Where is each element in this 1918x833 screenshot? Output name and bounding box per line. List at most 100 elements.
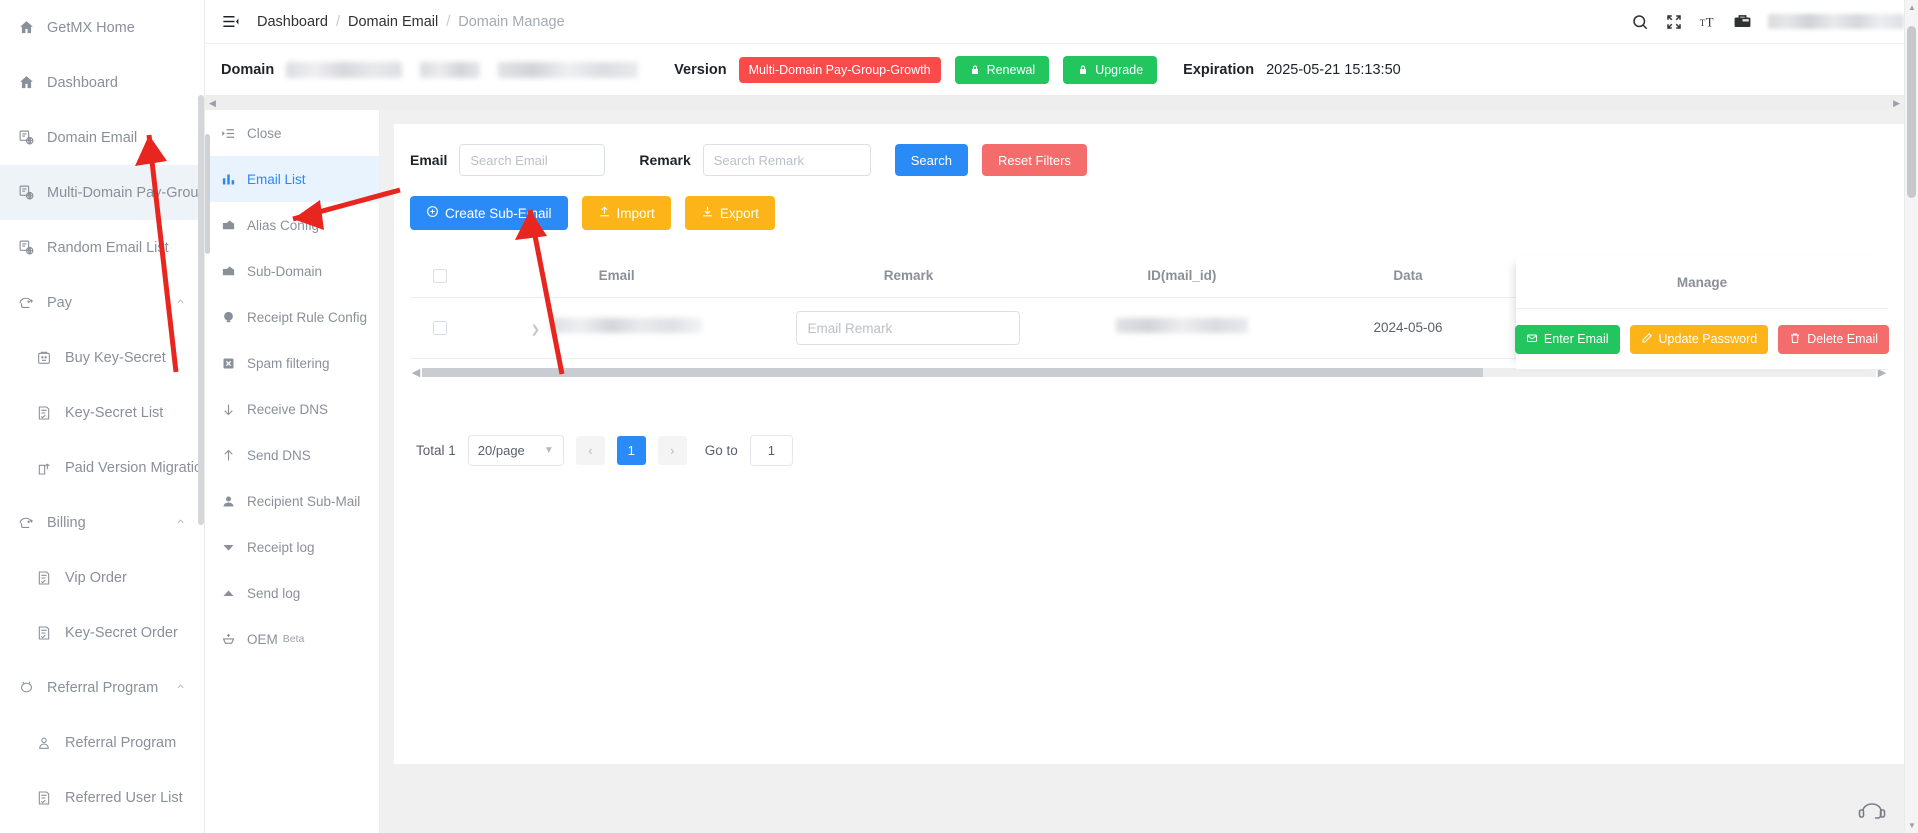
import-button-label: Import — [616, 205, 655, 221]
search-button[interactable]: Search — [894, 144, 968, 176]
sidebar-item-referred-order-list[interactable]: Referred Order List — [0, 825, 204, 833]
create-sub-email-button[interactable]: Create Sub-Email — [410, 196, 568, 230]
breadcrumb-separator: / — [446, 13, 451, 30]
goto-page-input[interactable] — [749, 435, 793, 467]
panel-collapse-rail[interactable]: ◀ ▶ — [205, 96, 1904, 110]
action-bar: Create Sub-Email Import Export — [410, 196, 1888, 230]
secondary-nav-scrollbar[interactable] — [205, 110, 211, 833]
sidebar-item-referred-user-list[interactable]: Referred User List — [0, 770, 204, 825]
expand-row-icon[interactable]: ❯ — [531, 324, 540, 336]
user-account-blurred[interactable] — [1768, 14, 1904, 29]
chevron-up-icon — [175, 515, 186, 531]
sidebar-group-billing[interactable]: Billing — [0, 495, 204, 550]
subnav-item-alias-config[interactable]: Alias Config — [205, 202, 379, 248]
breadcrumb-item-dashboard[interactable]: Dashboard — [257, 14, 328, 30]
sidebar-item-label: Referral Program — [65, 734, 177, 751]
subnav-item-close[interactable]: Close — [205, 110, 379, 156]
subnav-item-label: Send log — [247, 585, 301, 601]
font-size-icon[interactable]: TT — [1699, 13, 1717, 31]
table-scroll-thumb[interactable] — [422, 367, 1484, 377]
column-header-mail-id[interactable]: ID(mail_id) — [1053, 256, 1311, 299]
sidebar-item-key-secret-order[interactable]: Key-Secret Order — [0, 605, 204, 660]
triangle-up-icon — [219, 584, 237, 602]
subnav-item-receipt-rule-config[interactable]: Receipt Rule Config — [205, 294, 379, 340]
application-root: GetMX Home Dashboard Domain Email Multi-… — [0, 0, 1918, 833]
export-button[interactable]: Export — [684, 196, 775, 230]
page-scrollbar[interactable]: ▲ ▼ — [1904, 0, 1918, 833]
sidebar-item-key-secret-list[interactable]: Key-Secret List — [0, 385, 204, 440]
sidebar-item-referral-program[interactable]: Referral Program — [0, 715, 204, 770]
subnav-item-oem[interactable]: OEM Beta — [205, 616, 379, 662]
secondary-nav-scrollbar-thumb[interactable] — [205, 134, 210, 254]
sidebar-item-getmx-home[interactable]: GetMX Home — [0, 0, 204, 55]
breadcrumb-item-domain-email[interactable]: Domain Email — [348, 14, 438, 30]
domain-email-icon — [16, 128, 36, 148]
search-icon[interactable] — [1631, 13, 1649, 31]
sidebar-group-pay[interactable]: Pay — [0, 275, 204, 330]
pagination-total: Total 1 — [416, 443, 456, 459]
sidebar-item-buy-key-secret[interactable]: Buy Key-Secret — [0, 330, 204, 385]
page-size-value: 20/page — [477, 443, 525, 459]
sidebar-item-label: Random Email List — [47, 239, 169, 256]
select-all-checkbox[interactable] — [432, 269, 447, 284]
email-remark-input[interactable] — [796, 311, 1021, 346]
sidebar-item-multi-domain-pay-group[interactable]: Multi-Domain Pay-Group — [0, 165, 204, 220]
sidebar-item-paid-version-migration[interactable]: Paid Version Migration — [0, 440, 204, 495]
fullscreen-icon[interactable] — [1665, 13, 1683, 31]
import-button[interactable]: Import — [581, 196, 671, 230]
sidebar-item-label: Multi-Domain Pay-Group — [47, 184, 205, 201]
upgrade-button[interactable]: Upgrade — [1063, 55, 1158, 84]
sidebar-item-domain-email[interactable]: Domain Email — [0, 110, 204, 165]
subnav-item-sub-domain[interactable]: Sub-Domain — [205, 248, 379, 294]
subnav-item-send-log[interactable]: Send log — [205, 570, 379, 616]
subnav-item-receipt-log[interactable]: Receipt log — [205, 524, 379, 570]
subnav-item-label: Receive DNS — [247, 401, 329, 417]
subnav-item-spam-filtering[interactable]: Spam filtering — [205, 340, 379, 386]
cell-remark — [763, 297, 1054, 360]
search-remark-input[interactable] — [702, 144, 871, 176]
column-header-email[interactable]: Email — [469, 256, 764, 299]
sidebar-item-dashboard[interactable]: Dashboard — [0, 55, 204, 110]
help-chat-icon[interactable] — [1856, 797, 1890, 827]
scroll-left-icon[interactable]: ◀ — [410, 366, 422, 379]
next-page-button[interactable]: › — [657, 436, 687, 466]
sidebar-item-random-email-list[interactable]: Random Email List — [0, 220, 204, 275]
page-size-select[interactable]: 20/page ▼ — [467, 435, 564, 467]
page-button-1[interactable]: 1 — [616, 436, 646, 466]
sidebar-group-referral-program[interactable]: Referral Program — [0, 660, 204, 715]
referral-user-icon — [34, 733, 54, 753]
scroll-up-icon[interactable]: ▲ — [1908, 3, 1916, 12]
subnav-item-label: Sub-Domain — [247, 263, 323, 279]
subnav-item-recipient-sub-mail[interactable]: Recipient Sub-Mail — [205, 478, 379, 524]
enter-email-label: Enter Email — [1543, 332, 1609, 346]
cell-date: 2024-05-06 — [1310, 297, 1506, 360]
enter-email-button[interactable]: Enter Email — [1514, 324, 1620, 354]
renewal-button[interactable]: Renewal — [954, 55, 1050, 84]
upgrade-button-label: Upgrade — [1095, 62, 1144, 77]
sidebar-scrollbar[interactable] — [198, 0, 204, 833]
page-scrollbar-thumb[interactable] — [1907, 26, 1916, 198]
reset-filters-button-label: Reset Filters — [997, 152, 1071, 168]
column-header-data[interactable]: Data — [1310, 256, 1506, 299]
sidebar-item-label: Vip Order — [65, 569, 127, 586]
update-password-button[interactable]: Update Password — [1629, 324, 1769, 354]
list-icon — [34, 568, 54, 588]
sidebar-item-label: Referred User List — [65, 789, 183, 806]
right-region: Dashboard / Domain Email / Domain Manage… — [205, 0, 1918, 833]
search-email-input[interactable] — [459, 144, 606, 176]
briefcase-icon[interactable] — [1733, 12, 1752, 31]
row-checkbox[interactable] — [432, 321, 447, 336]
column-header-remark[interactable]: Remark — [763, 256, 1054, 299]
referral-icon — [16, 678, 36, 698]
scroll-down-icon[interactable]: ▼ — [1908, 821, 1916, 830]
sidebar-item-vip-order[interactable]: Vip Order — [0, 550, 204, 605]
reset-filters-button[interactable]: Reset Filters — [981, 144, 1087, 176]
subnav-item-receive-dns[interactable]: Receive DNS — [205, 386, 379, 432]
sidebar-scrollbar-thumb[interactable] — [198, 95, 204, 525]
subnav-item-send-dns[interactable]: Send DNS — [205, 432, 379, 478]
prev-page-button[interactable]: ‹ — [575, 436, 605, 466]
hamburger-icon[interactable] — [219, 11, 241, 33]
row-select-cell — [410, 297, 470, 360]
delete-email-button[interactable]: Delete Email — [1778, 324, 1890, 354]
subnav-item-email-list[interactable]: Email List — [205, 156, 379, 202]
